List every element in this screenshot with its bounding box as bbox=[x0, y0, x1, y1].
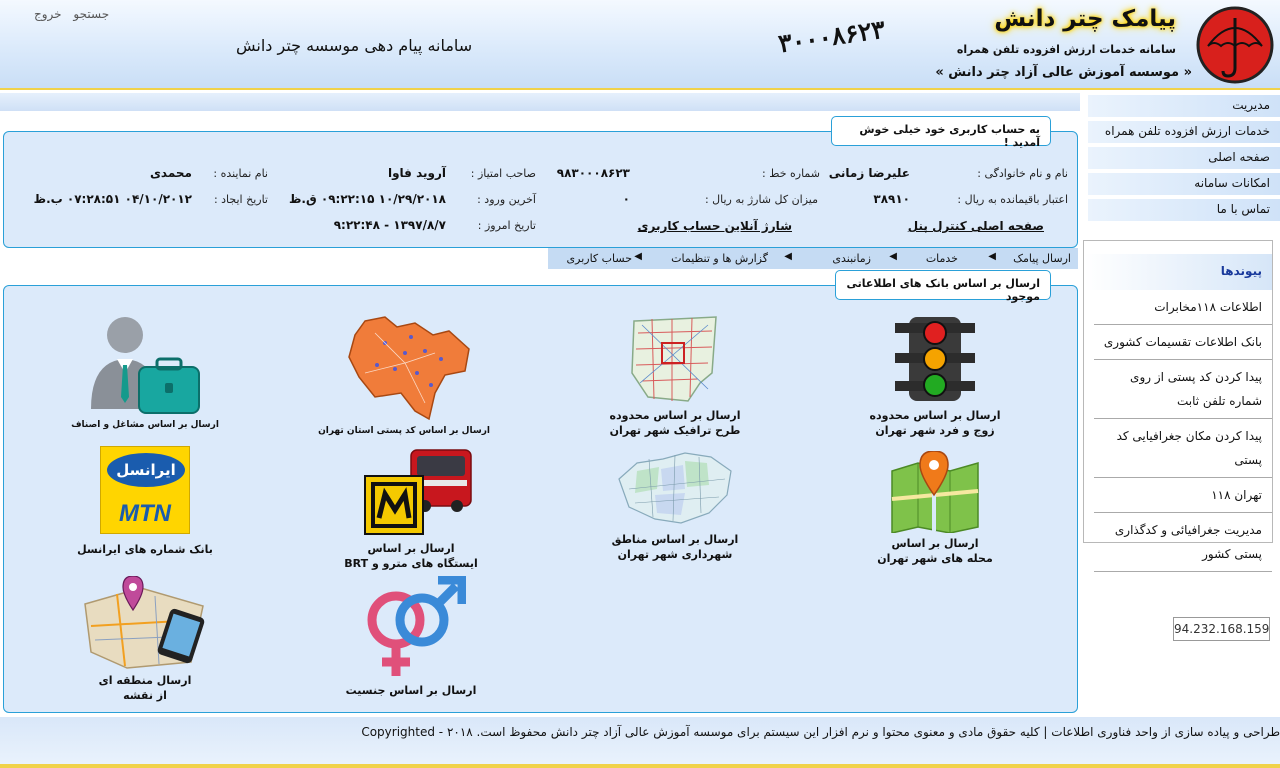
tile-traffic-plan[interactable]: ارسال بر اساس محدوده طرح ترافیک شهر تهرا… bbox=[600, 313, 750, 438]
tile-caption: ارسال منطقه ای bbox=[98, 674, 192, 687]
line-label: شماره خط : bbox=[762, 167, 820, 180]
link-item-tehran-118[interactable]: تهران ۱۱۸ bbox=[1094, 478, 1272, 513]
charge-label: میزان کل شارژ به ریال : bbox=[704, 193, 818, 206]
arrow-left-icon: ◀ bbox=[889, 251, 897, 262]
system-title: سامانه پیام دهی موسسه چتر دانش bbox=[236, 36, 473, 55]
tile-caption: ارسال بر اساس محدوده bbox=[869, 409, 1001, 422]
rep-value: محمدی bbox=[149, 166, 192, 180]
map-pin-icon bbox=[891, 450, 979, 534]
tile-caption: ارسال بر اساس bbox=[367, 542, 455, 555]
tile-traffic-odd-even[interactable]: ارسال بر اساس محدوده زوج و فرد شهر تهران bbox=[865, 313, 1005, 438]
search-link[interactable]: جستجو bbox=[73, 7, 109, 21]
nav-send-sms[interactable]: ارسال پیامک bbox=[1013, 252, 1071, 265]
city-map-icon bbox=[631, 316, 717, 402]
nav-bar: ارسال پیامک ◀ خدمات ◀ زمانبندی ◀ گزارش ه… bbox=[548, 248, 1078, 269]
arrow-left-icon: ◀ bbox=[784, 251, 792, 262]
line-value: ۹۸۳۰۰۰۸۶۲۳ bbox=[556, 166, 630, 180]
today-value: ۱۳۹۷/۸/۷ - ۹:۲۲:۴۸ bbox=[333, 218, 446, 232]
last-login-value: ۱۰/۲۹/۲۰۱۸ ۰۹:۲۲:۱۵ ق.ظ bbox=[288, 192, 446, 206]
menu-item-management[interactable]: مدیریت bbox=[1088, 95, 1280, 117]
institute-name: « موسسه آموزش عالی آزاد چتر دانش » bbox=[935, 65, 1192, 80]
top-links: جستجو خروج bbox=[26, 7, 109, 21]
phone-map-icon bbox=[84, 575, 205, 669]
metro-bus-icon bbox=[364, 449, 472, 535]
credit-value: ۳۸۹۱۰ bbox=[873, 192, 910, 206]
links-box: پیوندها اطلاعات ۱۱۸مخابرات بانک اطلاعات … bbox=[1083, 240, 1273, 572]
link-item-geo-postal[interactable]: مدیریت جغرافیائی و کدگذاری پستی کشور bbox=[1094, 513, 1272, 572]
tile-neighborhood[interactable]: ارسال بر اساس محله های شهر تهران bbox=[865, 450, 1005, 566]
tile-caption: محله های شهر تهران bbox=[877, 552, 993, 565]
arrow-left-icon: ◀ bbox=[634, 251, 642, 262]
charge-value: ۰ bbox=[622, 192, 630, 206]
tile-map-area[interactable]: ارسال منطقه ای از نقشه bbox=[70, 575, 220, 703]
tile-caption: بانک شماره های ایرانسل bbox=[77, 543, 213, 556]
today-label: تاریخ امروز : bbox=[477, 219, 536, 232]
owner-value: آروید فاوا bbox=[387, 166, 446, 180]
tile-caption: از نقشه bbox=[123, 689, 167, 702]
created-value: ۰۴/۱۰/۲۰۱۲ ۰۷:۲۸:۵۱ ب.ظ bbox=[33, 192, 192, 206]
arrow-left-icon: ◀ bbox=[988, 251, 996, 262]
tile-caption: ارسال بر اساس جنسیت bbox=[345, 684, 477, 697]
logout-link[interactable]: خروج bbox=[34, 7, 62, 21]
business-person-icon bbox=[91, 317, 200, 414]
ip-address: 94.232.168.159 bbox=[1173, 617, 1270, 641]
last-login-label: آخرین ورود : bbox=[477, 193, 536, 206]
name-value: علیرضا زمانی bbox=[828, 166, 910, 180]
link-item-divisions[interactable]: بانک اطلاعات تقسیمات کشوری bbox=[1094, 325, 1272, 360]
brand-subtitle: سامانه خدمات ارزش افزوده تلفن همراه bbox=[956, 43, 1176, 56]
nav-reports[interactable]: گزارش ها و تنظیمات bbox=[671, 252, 768, 265]
menu-item-features[interactable]: امکانات سامانه bbox=[1088, 173, 1280, 195]
irancell-logo-text: ایرانسل bbox=[107, 453, 185, 487]
link-item-118[interactable]: اطلاعات ۱۱۸مخابرات bbox=[1094, 290, 1272, 325]
tile-municipality[interactable]: ارسال بر اساس مناطق شهرداری شهر تهران bbox=[600, 449, 750, 562]
brand-title: پیامک چتر دانش bbox=[994, 6, 1176, 32]
menu-item-home[interactable]: صفحه اصلی bbox=[1088, 147, 1280, 169]
tile-jobs[interactable]: ارسال بر اساس مشاغل و اصناف bbox=[70, 313, 220, 430]
page-header: جستجو خروج سامانه پیام دهی موسسه چتر دان… bbox=[0, 0, 1280, 90]
traffic-light-icon bbox=[895, 317, 975, 401]
welcome-title: به حساب کاربری خود خیلی خوش آمدید ! bbox=[831, 116, 1051, 149]
links-title: پیوندها bbox=[1084, 254, 1272, 290]
tile-caption: ارسال بر اساس مشاغل و اصناف bbox=[71, 420, 219, 430]
tile-caption: ایستگاه های مترو و BRT bbox=[344, 557, 478, 570]
tile-postal-code[interactable]: ارسال بر اساس کد پستی استان تهران bbox=[318, 313, 490, 436]
control-panel-link[interactable]: صفحه اصلی کنترل پنل bbox=[908, 219, 1044, 233]
mtn-logo-text: MTN bbox=[101, 497, 189, 531]
nav-scheduling[interactable]: زمانبندی bbox=[832, 252, 871, 265]
top-strip bbox=[0, 93, 1080, 111]
link-item-postal-by-phone[interactable]: پیدا کردن کد پستی از روی شماره تلفن ثابت bbox=[1094, 360, 1272, 419]
gender-symbols-icon bbox=[367, 575, 467, 676]
tile-caption: ارسال بر اساس مناطق bbox=[611, 533, 739, 546]
online-charge-link[interactable]: شارژ آنلاین حساب کاربری bbox=[638, 219, 792, 233]
umbrella-logo-icon bbox=[1196, 6, 1274, 84]
nav-services[interactable]: خدمات bbox=[926, 252, 958, 265]
credit-label: اعتبار باقیمانده به ریال : bbox=[957, 193, 1068, 206]
tile-caption: زوج و فرد شهر تهران bbox=[875, 424, 995, 437]
sidebar-menu: مدیریت خدمات ارزش افزوده تلفن همراه صفحه… bbox=[1088, 95, 1280, 225]
menu-item-vas[interactable]: خدمات ارزش افزوده تلفن همراه bbox=[1088, 121, 1280, 143]
footer-text: طراحی و پیاده سازی از واحد فناوری اطلاعا… bbox=[361, 725, 1280, 739]
phone-number: ۳۰۰۰۸۶۲۳ bbox=[776, 14, 887, 59]
tile-caption: طرح ترافیک شهر تهران bbox=[609, 424, 741, 437]
page-footer: طراحی و پیاده سازی از واحد فناوری اطلاعا… bbox=[0, 717, 1280, 768]
irancell-logo: ایرانسل MTN bbox=[100, 446, 190, 534]
send-title: ارسال بر اساس بانک های اطلاعاتی موجود bbox=[835, 270, 1051, 303]
tile-irancell[interactable]: ایرانسل MTN بانک شماره های ایرانسل bbox=[70, 446, 220, 557]
owner-label: صاحب امتیاز : bbox=[470, 167, 536, 180]
link-item-postal-location[interactable]: پیدا کردن مکان جغرافیایی کد پستی bbox=[1094, 419, 1272, 478]
menu-item-contact[interactable]: تماس با ما bbox=[1088, 199, 1280, 221]
province-map-icon bbox=[348, 316, 470, 421]
tile-gender[interactable]: ارسال بر اساس جنسیت bbox=[336, 575, 486, 698]
tile-caption: ارسال بر اساس محدوده bbox=[609, 409, 741, 422]
rep-label: نام نماینده : bbox=[213, 167, 268, 180]
tile-caption: شهرداری شهر تهران bbox=[617, 548, 733, 561]
tile-caption: ارسال بر اساس کد پستی استان تهران bbox=[318, 426, 490, 436]
tile-metro[interactable]: ارسال بر اساس ایستگاه های مترو و BRT bbox=[336, 446, 486, 571]
name-label: نام و نام خانوادگی : bbox=[977, 167, 1068, 180]
tile-caption: ارسال بر اساس bbox=[891, 537, 979, 550]
nav-account[interactable]: حساب کاربری bbox=[567, 252, 632, 265]
districts-map-icon bbox=[618, 452, 732, 524]
created-label: تاریخ ایجاد : bbox=[213, 193, 268, 206]
